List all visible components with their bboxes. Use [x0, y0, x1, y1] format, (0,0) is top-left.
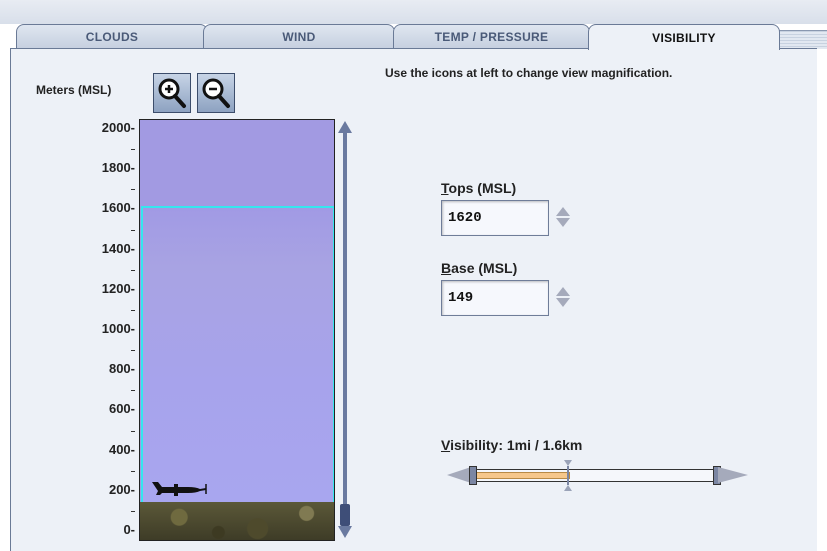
altitude-minor-tick	[131, 149, 135, 151]
altitude-minor-tick	[131, 390, 135, 392]
altitude-tick-label: 1200-	[101, 280, 135, 296]
cloud-layer[interactable]	[141, 206, 334, 505]
base-label: Base (MSL)	[441, 260, 518, 276]
base-spinner[interactable]	[555, 287, 571, 309]
altitude-tick-label: 200-	[108, 481, 135, 497]
altitude-minor-tick	[131, 269, 135, 271]
altitude-tick-label: 1400-	[101, 240, 135, 256]
airplane-icon	[152, 482, 207, 496]
zoom-out-button[interactable]	[197, 73, 235, 113]
altitude-minor-tick	[131, 189, 135, 191]
altitude-minor-tick	[131, 350, 135, 352]
altitude-tick-label: 0-	[123, 522, 135, 537]
base-down-arrow-icon[interactable]	[556, 298, 570, 307]
tops-label: Tops (MSL)	[441, 180, 517, 196]
altitude-scroll-thumb[interactable]	[340, 504, 350, 526]
tab-clouds[interactable]: CLOUDS	[16, 24, 208, 49]
top-strip	[0, 0, 827, 24]
visibility-slider-thumb[interactable]	[564, 460, 572, 491]
tops-down-arrow-icon[interactable]	[556, 218, 570, 227]
altitude-tick-label: 1800-	[101, 160, 135, 176]
visibility-slider-fill	[475, 472, 570, 479]
base-up-arrow-icon[interactable]	[556, 287, 570, 296]
tops-field[interactable]	[441, 200, 549, 236]
altitude-tick-label: 1600-	[101, 200, 135, 216]
slider-right-arrow-icon[interactable]	[718, 467, 748, 483]
tab-bar-filler	[778, 30, 827, 49]
altitude-scrollbar-track[interactable]	[343, 132, 347, 527]
tab-temp-pressure[interactable]: TEMP / PRESSURE	[393, 24, 590, 49]
altitude-minor-tick	[131, 470, 135, 472]
altitude-minor-tick	[131, 430, 135, 432]
altitude-tick-label: 400-	[108, 441, 135, 457]
slider-left-arrow-icon[interactable]	[447, 467, 471, 483]
tops-spinner[interactable]	[555, 207, 571, 229]
altitude-units-label: Meters (MSL)	[36, 83, 112, 97]
slider-left-cap	[469, 466, 477, 485]
visibility-slider-track[interactable]	[473, 469, 718, 482]
altitude-scroll-down-arrow[interactable]	[338, 526, 352, 538]
tab-visibility[interactable]: VISIBILITY	[588, 24, 780, 50]
tab-wind[interactable]: WIND	[203, 24, 395, 49]
base-field[interactable]	[441, 280, 549, 316]
zoom-in-button[interactable]	[153, 73, 191, 113]
altitude-tick-label: 600-	[108, 401, 135, 417]
visibility-slider[interactable]	[447, 460, 748, 491]
altitude-minor-tick	[131, 229, 135, 231]
magnification-hint: Use the icons at left to change view mag…	[385, 66, 673, 80]
altitude-minor-tick	[131, 309, 135, 311]
tops-up-arrow-icon[interactable]	[556, 207, 570, 216]
altitude-tick-label: 1000-	[101, 321, 135, 336]
zoom-out-icon	[202, 78, 230, 108]
altitude-tick-label: 800-	[108, 361, 135, 377]
zoom-in-icon	[158, 78, 186, 108]
ground-terrain	[140, 502, 334, 540]
altitude-tick-label: 2000-	[101, 120, 135, 135]
altitude-minor-tick	[131, 510, 135, 512]
visibility-label: Visibility: 1mi / 1.6km	[441, 437, 583, 453]
